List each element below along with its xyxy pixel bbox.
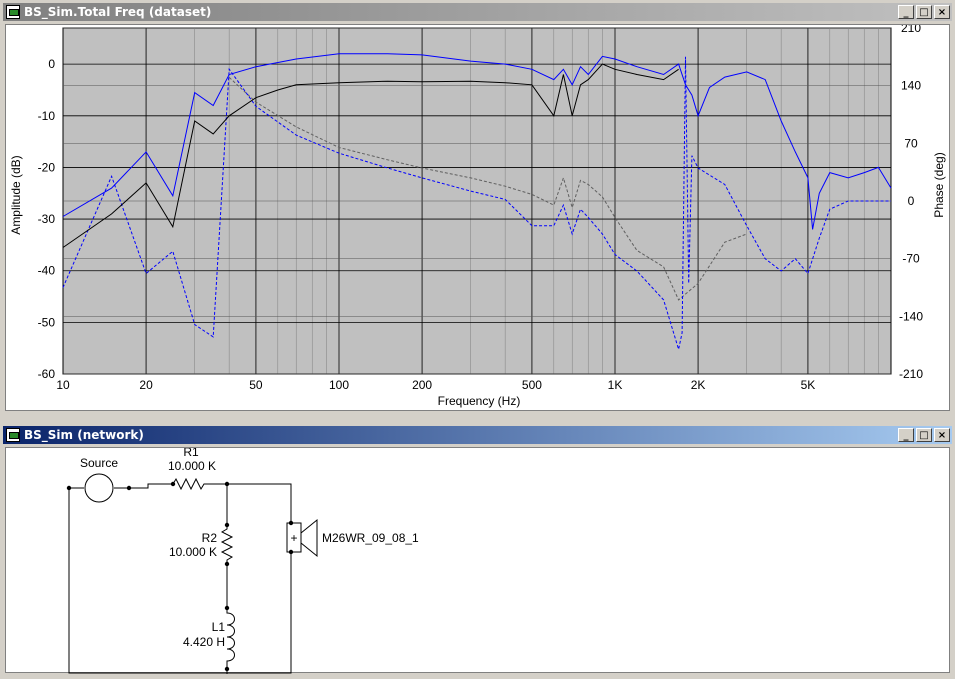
x-tick-label: 500 — [522, 378, 542, 392]
plot-window-titlebar[interactable]: BS_Sim.Total Freq (dataset) _ □ × — [3, 3, 952, 21]
window-gap — [0, 415, 955, 423]
r2-value: 10.000 K — [169, 545, 217, 559]
close-button[interactable]: × — [934, 5, 950, 19]
y2-tick-label: 140 — [901, 79, 921, 93]
y2-tick-label: -70 — [902, 252, 920, 266]
network-client-area: Source R1 10.000 K R2 10.000 K L1 4.420 … — [5, 445, 950, 674]
y-tick-label: -60 — [38, 367, 56, 381]
minimize-button[interactable]: _ — [898, 5, 914, 19]
minimize-button[interactable]: _ — [898, 428, 914, 442]
node-dot — [224, 605, 230, 611]
y-tick-label: -20 — [38, 160, 56, 174]
maximize-button[interactable]: □ — [916, 428, 932, 442]
node-dot — [126, 485, 132, 491]
node-dot — [66, 485, 72, 491]
node-dot — [170, 481, 176, 487]
app-icon[interactable] — [6, 428, 20, 442]
y-axis-label: Amplitude (dB) — [9, 155, 23, 234]
wire — [114, 483, 173, 489]
y2-tick-label: 0 — [908, 194, 915, 208]
x-tick-label: 10 — [56, 378, 70, 392]
y2-axis-label: Phase (deg) — [932, 152, 946, 217]
x-tick-label: 1K — [608, 378, 623, 392]
node-dot — [224, 481, 230, 487]
plot-window-title: BS_Sim.Total Freq (dataset) — [24, 5, 212, 19]
y-tick-label: -50 — [38, 315, 56, 329]
network-window: BS_Sim (network) _ □ × Source R1 10.000 … — [0, 423, 955, 677]
node-dot — [288, 520, 294, 526]
inductor-l1[interactable] — [226, 608, 235, 669]
source-symbol[interactable] — [84, 473, 114, 503]
x-tick-label: 50 — [249, 378, 263, 392]
x-tick-label: 100 — [329, 378, 349, 392]
frequency-response-chart[interactable]: 10 20 50 100 200 500 1K 2K 5K 0 -10 -20 -30 -40 -50 -60… — [6, 21, 949, 410]
driver-polarity: + — [290, 531, 297, 545]
y2-tick-label: -210 — [899, 367, 923, 381]
wire — [68, 488, 292, 674]
driver-cone — [300, 518, 318, 558]
source-label: Source — [80, 456, 118, 470]
app-icon[interactable] — [6, 5, 20, 19]
resistor-r1[interactable] — [172, 477, 207, 491]
plot-window: BS_Sim.Total Freq (dataset) _ □ × 10 20 50… — [0, 0, 955, 415]
x-tick-label: 5K — [801, 378, 816, 392]
node-dot — [288, 549, 294, 555]
r2-name: R2 — [202, 531, 218, 545]
r1-value: 10.000 K — [168, 459, 216, 473]
wire — [207, 483, 292, 523]
close-button[interactable]: × — [934, 428, 950, 442]
driver-label: M26WR_09_08_1 — [322, 531, 419, 545]
y-tick-label: -30 — [38, 212, 56, 226]
node-dot — [224, 561, 230, 567]
x-tick-label: 200 — [412, 378, 432, 392]
x-tick-label: 2K — [691, 378, 706, 392]
network-window-title: BS_Sim (network) — [24, 428, 144, 442]
y2-tick-label: 210 — [901, 25, 921, 35]
x-axis-label: Frequency (Hz) — [438, 394, 521, 408]
l1-name: L1 — [212, 620, 226, 634]
y2-tick-label: -140 — [899, 309, 923, 323]
l1-value: 4.420 H — [183, 635, 225, 649]
maximize-button[interactable]: □ — [916, 5, 932, 19]
network-window-titlebar[interactable]: BS_Sim (network) _ □ × — [3, 426, 952, 444]
schematic-canvas[interactable]: Source R1 10.000 K R2 10.000 K L1 4.420 … — [6, 445, 949, 674]
node-dot — [224, 522, 230, 528]
plot-client-area: 10 20 50 100 200 500 1K 2K 5K 0 -10 -20 -30 -40 -50 -60… — [5, 21, 950, 411]
y-tick-label: 0 — [48, 57, 55, 71]
y-tick-label: -10 — [38, 109, 56, 123]
y-tick-label: -40 — [38, 264, 56, 278]
node-dot — [224, 666, 230, 672]
r1-name: R1 — [183, 448, 199, 459]
x-tick-label: 20 — [139, 378, 153, 392]
resistor-r2[interactable] — [220, 525, 234, 564]
y2-tick-label: 70 — [904, 136, 918, 150]
